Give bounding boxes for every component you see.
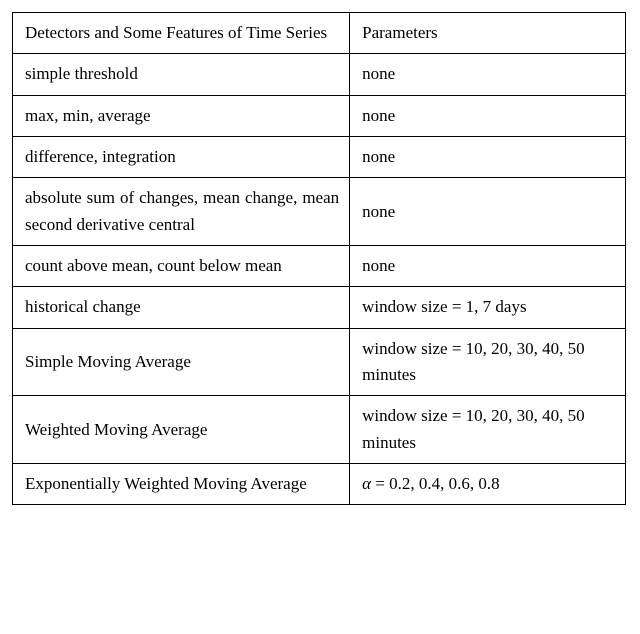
cell-detector: count above mean, count below mean bbox=[13, 246, 350, 287]
cell-parameters: none bbox=[350, 54, 626, 95]
cell-detector: historical change bbox=[13, 287, 350, 328]
cell-detector: absolute sum of changes, mean change, me… bbox=[13, 178, 350, 246]
table-row: Weighted Moving Average window size = 10… bbox=[13, 396, 626, 464]
cell-detector: Simple Moving Average bbox=[13, 328, 350, 396]
header-cell-detectors: Detectors and Some Features of Time Seri… bbox=[13, 13, 350, 54]
header-cell-parameters: Parameters bbox=[350, 13, 626, 54]
cell-detector: simple threshold bbox=[13, 54, 350, 95]
feature-detectors-table: Detectors and Some Features of Time Seri… bbox=[12, 12, 626, 505]
cell-detector: Exponentially Weighted Moving Average bbox=[13, 464, 350, 505]
table-row: simple threshold none bbox=[13, 54, 626, 95]
cell-parameters: window size = 10, 20, 30, 40, 50 minutes bbox=[350, 328, 626, 396]
table-row: difference, integration none bbox=[13, 137, 626, 178]
table-row: historical change window size = 1, 7 day… bbox=[13, 287, 626, 328]
cell-parameters: window size = 10, 20, 30, 40, 50 minutes bbox=[350, 396, 626, 464]
table-row: max, min, average none bbox=[13, 95, 626, 136]
cell-parameters: none bbox=[350, 178, 626, 246]
cell-detector: difference, integration bbox=[13, 137, 350, 178]
table-row: Exponentially Weighted Moving Average α … bbox=[13, 464, 626, 505]
table-row: Simple Moving Average window size = 10, … bbox=[13, 328, 626, 396]
cell-parameters: none bbox=[350, 246, 626, 287]
table-row: absolute sum of changes, mean change, me… bbox=[13, 178, 626, 246]
cell-parameters: α = 0.2, 0.4, 0.6, 0.8 bbox=[350, 464, 626, 505]
cell-parameters: none bbox=[350, 95, 626, 136]
alpha-values: = 0.2, 0.4, 0.6, 0.8 bbox=[375, 474, 499, 493]
table-row: count above mean, count below mean none bbox=[13, 246, 626, 287]
cell-parameters: none bbox=[350, 137, 626, 178]
cell-detector: Weighted Moving Average bbox=[13, 396, 350, 464]
cell-parameters: window size = 1, 7 days bbox=[350, 287, 626, 328]
cell-detector: max, min, average bbox=[13, 95, 350, 136]
table-row: Detectors and Some Features of Time Seri… bbox=[13, 13, 626, 54]
